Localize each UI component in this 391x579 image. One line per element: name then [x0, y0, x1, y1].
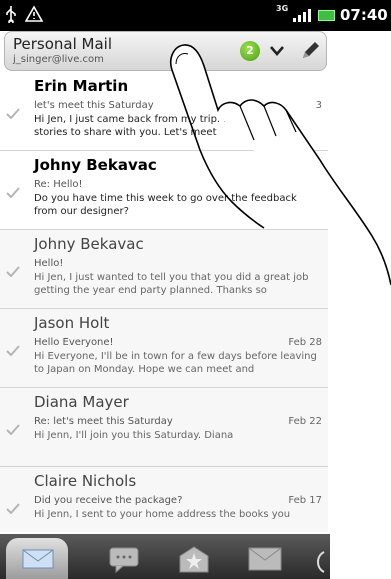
- email-subject: Hello!: [34, 258, 64, 269]
- email-preview: Hi Jenn, I sent to your home address the…: [34, 509, 291, 520]
- email-sender: Diana Mayer: [34, 393, 129, 411]
- email-date: Feb 22: [288, 416, 322, 427]
- checkmark-icon[interactable]: [6, 424, 20, 435]
- email-list[interactable]: Erin Martin let's meet this Saturday 3 Hi J…: [0, 72, 328, 532]
- status-bar: 3G 07:40: [0, 0, 391, 31]
- warning-icon: [25, 5, 43, 22]
- email-row[interactable]: Johny Bekavac Hello! Hi Jen, I just wanted…: [0, 230, 328, 309]
- checkmark-icon[interactable]: [6, 187, 20, 198]
- email-date: Feb 28: [288, 337, 322, 348]
- tab-favorites[interactable]: [162, 538, 224, 579]
- email-sender: Erin Martin: [34, 77, 129, 95]
- account-name: Personal Mail: [13, 35, 113, 53]
- network-type: 3G: [276, 4, 289, 13]
- checkmark-icon[interactable]: [6, 266, 20, 277]
- compose-pencil-icon[interactable]: [299, 40, 321, 62]
- email-date: 3: [315, 100, 322, 111]
- email-subject: Re: Hello!: [34, 179, 83, 190]
- email-sender: Claire Nichols: [34, 472, 137, 490]
- checkmark-icon[interactable]: [6, 503, 20, 514]
- email-sender: Jason Holt: [34, 314, 110, 332]
- email-preview: Hi Everyone, I'll be in town for a few d…: [34, 351, 317, 375]
- email-sender: Johny Bekavac: [34, 156, 157, 174]
- email-subject: Re: let's meet this Saturday: [34, 416, 173, 427]
- usb-icon: [6, 6, 16, 23]
- more-tabs-icon[interactable]: [314, 550, 328, 574]
- clock: 07:40: [340, 6, 388, 24]
- tab-unread[interactable]: [232, 538, 294, 579]
- tab-inbox[interactable]: [6, 538, 68, 579]
- email-preview: Hi Jenn, I'll join you this Saturday. Di…: [34, 430, 234, 441]
- battery-icon: [318, 10, 335, 21]
- unread-count-badge: 2: [240, 41, 260, 61]
- closed-envelope-icon: [248, 547, 282, 571]
- bottom-tab-bar: [0, 534, 330, 579]
- email-preview: Hi Jen, I just came back from my trip. I…: [34, 114, 288, 138]
- email-row[interactable]: Diana Mayer Re: let's meet this Saturday F…: [0, 388, 328, 467]
- email-subject: let's meet this Saturday: [34, 100, 154, 111]
- tab-conversations[interactable]: [92, 538, 154, 579]
- email-row[interactable]: Jason Holt Hello Everyone! Feb 28 Hi Everyo…: [0, 309, 328, 388]
- email-row[interactable]: Johny Bekavac Re: Hello! Do you have time …: [0, 151, 328, 230]
- email-preview: Hi Jen, I just wanted to tell you that y…: [34, 272, 309, 296]
- chat-bubble-icon: [109, 547, 139, 574]
- envelope-icon: [22, 549, 54, 569]
- signal-icon: [293, 9, 311, 22]
- email-sender: Johny Bekavac: [34, 235, 144, 253]
- email-row[interactable]: Erin Martin let's meet this Saturday 3 Hi J…: [0, 72, 328, 151]
- email-subject: Did you receive the package?: [34, 495, 183, 506]
- chevron-down-icon[interactable]: [269, 44, 285, 58]
- checkmark-icon[interactable]: [6, 345, 20, 356]
- checkmark-icon[interactable]: [6, 108, 20, 119]
- star-envelope-icon: [179, 546, 209, 573]
- email-row[interactable]: Claire Nichols Did you receive the packag…: [0, 467, 328, 532]
- email-preview: Do you have time this week to go over th…: [34, 193, 297, 217]
- account-email: j_singer@live.com: [13, 54, 104, 65]
- email-date: Feb 17: [288, 495, 322, 506]
- email-subject: Hello Everyone!: [34, 337, 114, 348]
- account-header[interactable]: Personal Mail j_singer@live.com 2: [4, 31, 327, 71]
